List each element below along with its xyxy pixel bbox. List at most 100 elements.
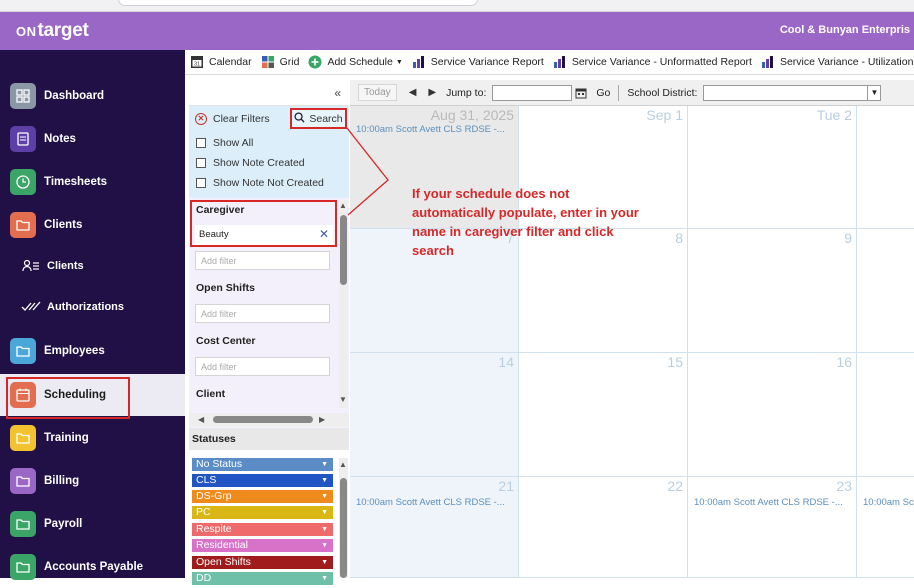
chevron-down-icon[interactable]: ▼ [321, 474, 328, 487]
scroll-up-arrow-icon[interactable]: ▲ [339, 460, 347, 469]
chevron-down-icon[interactable]: ▼ [321, 572, 328, 585]
calendar-day-cell[interactable]: 16 [688, 353, 857, 477]
day-number: 21 [498, 478, 514, 494]
collapse-chevron-icon[interactable]: « [334, 86, 341, 100]
next-arrow-icon[interactable]: ▶ [428, 87, 436, 98]
status-label: No Status [196, 458, 243, 470]
calendar-day-cell[interactable]: 22 [519, 477, 688, 578]
status-dd[interactable]: DD ▼ [192, 572, 333, 585]
scroll-left-arrow-icon[interactable]: ◀ [198, 415, 204, 424]
scrollbar-thumb[interactable] [340, 478, 347, 578]
caregiver-add-filter-input[interactable]: Add filter [195, 251, 330, 270]
sidebar-item-timesheets[interactable]: Timesheets [0, 161, 185, 203]
calendar-day-cell[interactable] [857, 353, 914, 477]
show-note-created-checkbox[interactable]: Show Note Created [196, 157, 305, 169]
school-district-select[interactable]: ▼ [703, 84, 882, 101]
clear-filters-button[interactable]: ✕ Clear Filters [195, 113, 270, 125]
filter-horizontal-scrollbar[interactable]: ◀ ▶ [189, 413, 349, 427]
day-number: 14 [498, 354, 514, 370]
search-button[interactable]: Search [290, 108, 347, 129]
service-variance-utilization-button[interactable]: Service Variance - Utilization [761, 55, 913, 69]
calendar-day-cell[interactable]: 23 10:00am Scott Avett CLS RDSE -... [688, 477, 857, 578]
caregiver-filter-tag[interactable]: Beauty ✕ [195, 225, 333, 245]
scrollbar-thumb[interactable] [340, 215, 347, 285]
service-variance-unformatted-button[interactable]: Service Variance - Unformatted Report [553, 55, 752, 69]
clear-filters-label: Clear Filters [213, 113, 270, 125]
sidebar-item-clients[interactable]: Clients [0, 204, 185, 246]
show-note-not-created-checkbox[interactable]: Show Note Not Created [196, 177, 324, 189]
folder-icon [10, 425, 36, 451]
sidebar-item-employees[interactable]: Employees [0, 330, 185, 372]
status-respite[interactable]: Respite ▼ [192, 523, 333, 536]
calendar-day-cell[interactable]: 14 [350, 353, 519, 477]
sidebar-item-scheduling[interactable]: Scheduling [0, 374, 185, 416]
service-variance-report-button[interactable]: Service Variance Report [412, 55, 544, 69]
sidebar-item-billing[interactable]: Billing [0, 460, 185, 502]
status-residential[interactable]: Residential ▼ [192, 539, 333, 552]
scroll-right-arrow-icon[interactable]: ▶ [319, 415, 325, 424]
show-all-checkbox[interactable]: Show All [196, 137, 253, 149]
checkbox-label: Show Note Created [213, 157, 305, 169]
calendar-day-cell[interactable]: 9 [688, 229, 857, 353]
address-bar[interactable] [118, 0, 478, 6]
grid-label: Grid [279, 56, 300, 68]
sidebar-item-dashboard[interactable]: Dashboard [0, 75, 185, 117]
open-shifts-add-filter-input[interactable]: Add filter [195, 304, 330, 323]
calendar-label: Calendar [209, 56, 252, 68]
status-open-shifts[interactable]: Open Shifts ▼ [192, 556, 333, 569]
filter-vertical-scrollbar[interactable]: ▲ ▼ [339, 200, 348, 408]
chevron-down-icon[interactable]: ▼ [867, 85, 880, 100]
calendar-day-cell[interactable]: 10:00am Sc [857, 477, 914, 578]
sidebar-subitem-authorizations[interactable]: Authorizations [0, 287, 185, 327]
sidebar-item-accounts-payable[interactable]: Accounts Payable [0, 546, 185, 588]
calendar-day-cell[interactable] [857, 229, 914, 353]
sidebar-subitem-clients[interactable]: Clients [0, 246, 185, 286]
chevron-down-icon[interactable]: ▼ [321, 523, 328, 536]
sidebar-item-training[interactable]: Training [0, 417, 185, 459]
sidebar-item-notes[interactable]: Notes [0, 118, 185, 160]
scroll-up-arrow-icon[interactable]: ▲ [339, 201, 347, 210]
add-schedule-button[interactable]: Add Schedule ▼ [308, 55, 403, 69]
calendar-event[interactable]: 10:00am Scott Avett CLS RDSE -... [356, 124, 505, 135]
calendar-day-cell[interactable]: 15 [519, 353, 688, 477]
status-pc[interactable]: PC ▼ [192, 506, 333, 519]
calendar-icon: 31 [190, 55, 204, 69]
chevron-down-icon[interactable]: ▼ [321, 556, 328, 569]
ontarget-logo[interactable]: ONtarget [16, 20, 89, 42]
go-button[interactable]: Go [596, 87, 610, 99]
chevron-down-icon[interactable]: ▼ [321, 458, 328, 471]
status-ds-grp[interactable]: DS-Grp ▼ [192, 490, 333, 503]
calendar-event[interactable]: 10:00am Scott Avett CLS RDSE -... [694, 497, 843, 508]
calendar-event[interactable]: 10:00am Sc [863, 497, 914, 508]
status-label: Open Shifts [196, 556, 251, 568]
calendar-day-cell[interactable]: Tue 2 [688, 106, 857, 229]
chevron-down-icon[interactable]: ▼ [321, 506, 328, 519]
calendar-day-cell[interactable] [857, 106, 914, 229]
report-label: Service Variance - Unformatted Report [571, 56, 752, 68]
date-picker-icon[interactable] [574, 85, 588, 101]
remove-x-icon[interactable]: ✕ [319, 227, 329, 241]
chevron-down-icon[interactable]: ▼ [321, 490, 328, 503]
calendar-month-grid: Aug 31, 2025 10:00am Scott Avett CLS RDS… [350, 106, 914, 578]
chevron-down-icon[interactable]: ▼ [321, 539, 328, 552]
status-label: DD [196, 572, 212, 584]
sidebar-item-label: Scheduling [44, 389, 106, 401]
cost-center-add-filter-input[interactable]: Add filter [195, 357, 330, 376]
calendar-day-cell[interactable]: 21 10:00am Scott Avett CLS RDSE -... [350, 477, 519, 578]
company-name: Cool & Bunyan Enterpris [779, 24, 910, 36]
calendar-event[interactable]: 10:00am Scott Avett CLS RDSE -... [356, 497, 505, 508]
scrollbar-thumb[interactable] [213, 416, 313, 423]
statuses-vertical-scrollbar[interactable]: ▲ [339, 458, 348, 578]
sidebar-item-payroll[interactable]: Payroll [0, 503, 185, 545]
scroll-down-arrow-icon[interactable]: ▼ [339, 395, 347, 404]
school-district-label: School District: [627, 86, 698, 99]
jump-to-date-input[interactable] [492, 84, 573, 101]
sidebar-item-label: Dashboard [44, 90, 105, 102]
previous-arrow-icon[interactable]: ◀ [409, 87, 417, 98]
today-button[interactable]: Today [358, 84, 397, 101]
sidebar-item-label: Training [44, 432, 89, 444]
status-cls[interactable]: CLS ▼ [192, 474, 333, 487]
grid-view-button[interactable]: Grid [261, 55, 300, 69]
status-no-status[interactable]: No Status ▼ [192, 458, 333, 471]
calendar-view-button[interactable]: 31 Calendar [190, 55, 252, 69]
